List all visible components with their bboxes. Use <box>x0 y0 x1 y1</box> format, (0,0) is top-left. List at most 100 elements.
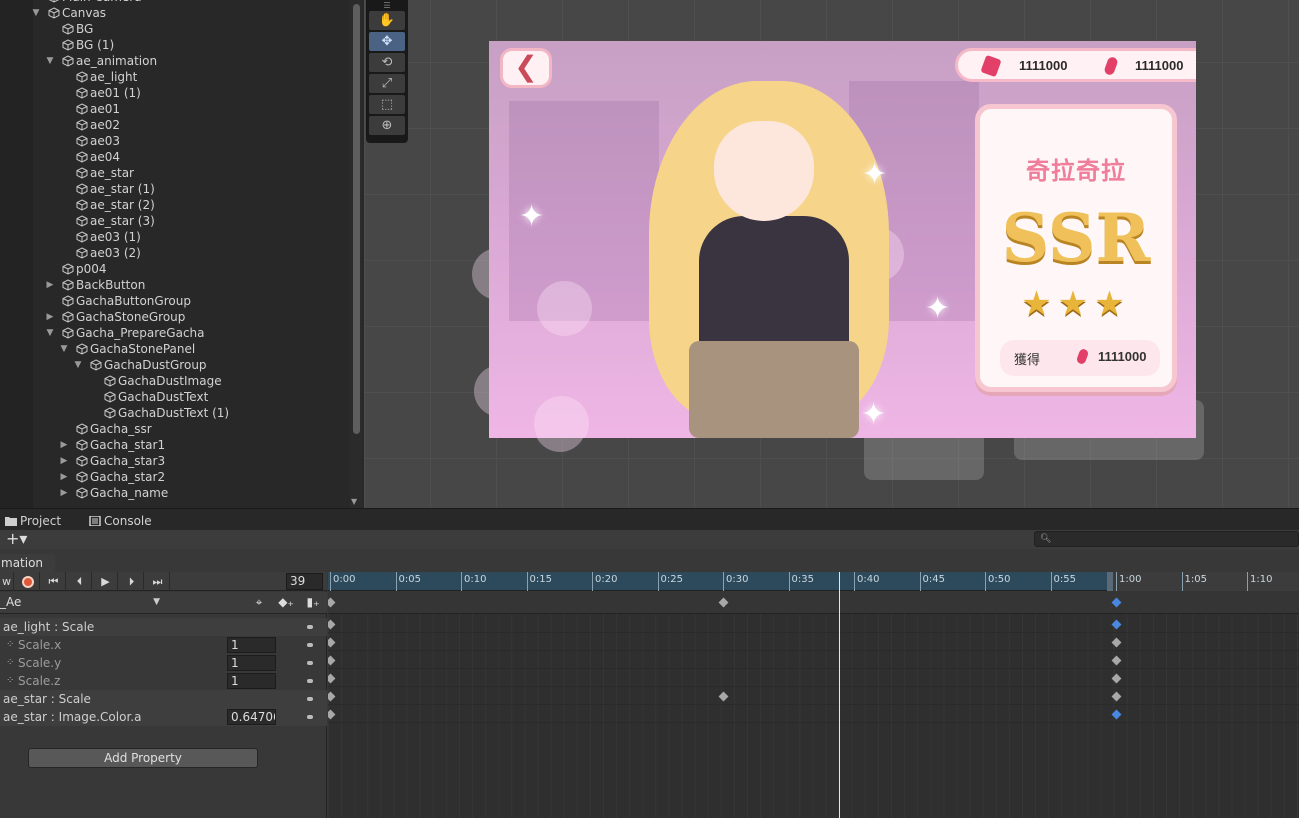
create-dropdown-button[interactable]: +▾ <box>6 530 27 547</box>
keyframe-marker[interactable] <box>328 597 336 608</box>
rotate-tool-icon[interactable]: ⟲ <box>369 53 405 72</box>
drag-handle-icon[interactable]: ⁘ <box>6 672 14 690</box>
hierarchy-item[interactable]: ae_star (1) <box>33 181 348 197</box>
expand-arrow-right-icon[interactable]: ▶ <box>58 469 70 485</box>
hierarchy-item[interactable]: ▼ Canvas <box>33 5 348 21</box>
keyframe-marker[interactable] <box>328 691 336 702</box>
hierarchy-item[interactable]: ae03 (1) <box>33 229 348 245</box>
hierarchy-item[interactable]: p004 <box>33 261 348 277</box>
hierarchy-item[interactable]: ae03 (2) <box>33 245 348 261</box>
scrollbar-thumb[interactable] <box>353 4 360 434</box>
scene-view[interactable]: ☰ ✋ ✥ ⟲ ⤢ ⬚ ⊕ ✦ ✦ ✦ ✦ ❮ 1111000 1111000 <box>364 0 1299 508</box>
rect-tool-icon[interactable]: ⬚ <box>369 95 405 114</box>
keyframe-marker[interactable] <box>1111 691 1122 702</box>
hierarchy-item[interactable]: ▼ GachaStonePanel <box>33 341 348 357</box>
keyframe-marker[interactable] <box>1111 619 1122 630</box>
keyframe-marker[interactable] <box>328 637 336 648</box>
search-input[interactable]: 🔍︎ <box>1034 531 1299 547</box>
property-options-icon[interactable] <box>307 679 313 683</box>
frame-field[interactable]: 39 <box>286 573 323 590</box>
keyframe-marker[interactable] <box>328 673 336 684</box>
property-value-field[interactable]: 1 <box>227 637 276 653</box>
hierarchy-item[interactable]: ▶ GachaStoneGroup <box>33 309 348 325</box>
hierarchy-scrollbar[interactable]: ▼ <box>350 0 362 508</box>
property-options-icon[interactable] <box>307 625 313 629</box>
hierarchy-item[interactable]: ae01 (1) <box>33 85 348 101</box>
scroll-down-icon[interactable]: ▼ <box>351 497 357 506</box>
add-property-button[interactable]: Add Property <box>28 748 258 768</box>
tab-console[interactable]: Console <box>84 512 152 531</box>
hierarchy-item[interactable]: ae02 <box>33 117 348 133</box>
keyframe-marker[interactable] <box>1111 597 1122 608</box>
property-row[interactable]: ⁘ Scale.z 1 <box>0 672 327 690</box>
first-keyframe-button[interactable]: ⏮ <box>42 572 66 591</box>
filter-by-selection-button[interactable]: ⌖ <box>248 593 270 612</box>
hierarchy-item[interactable]: ae04 <box>33 149 348 165</box>
hierarchy-item[interactable]: BG <box>33 21 348 37</box>
hierarchy-item[interactable]: ▼ GachaDustGroup <box>33 357 348 373</box>
keyframe-marker[interactable] <box>1111 637 1122 648</box>
clip-end-marker[interactable] <box>1107 572 1113 591</box>
property-row[interactable]: ⁘ Scale.x 1 <box>0 636 327 654</box>
preview-button[interactable]: w <box>0 572 14 591</box>
hierarchy-item[interactable]: ▶ BackButton <box>33 277 348 293</box>
drag-handle-icon[interactable]: ⁘ <box>6 636 14 654</box>
hierarchy-item[interactable]: ae03 <box>33 133 348 149</box>
keyframe-marker[interactable] <box>1111 673 1122 684</box>
hierarchy-item[interactable]: ▼ ae_animation <box>33 53 348 69</box>
last-keyframe-button[interactable]: ⏭ <box>146 572 170 591</box>
hierarchy-item[interactable]: GachaDustText <box>33 389 348 405</box>
expand-arrow-down-icon[interactable]: ▼ <box>30 5 42 21</box>
property-row[interactable]: ae_light : Scale <box>0 618 327 636</box>
expand-arrow-down-icon[interactable]: ▼ <box>44 325 56 341</box>
transform-tool-icon[interactable]: ⊕ <box>369 116 405 135</box>
hierarchy-item[interactable]: ae_star (2) <box>33 197 348 213</box>
keyframe-marker[interactable] <box>328 655 336 666</box>
hierarchy-item[interactable]: ▶ Gacha_name <box>33 485 348 501</box>
property-value-field[interactable]: 0.64706 <box>227 709 276 725</box>
hierarchy-item[interactable]: GachaDustText (1) <box>33 405 348 421</box>
expand-arrow-right-icon[interactable]: ▶ <box>44 277 56 293</box>
clip-dropdown[interactable]: _Ae ▼ <box>0 593 164 612</box>
expand-arrow-right-icon[interactable]: ▶ <box>44 309 56 325</box>
play-button[interactable]: ▶ <box>94 572 118 591</box>
property-options-icon[interactable] <box>307 697 313 701</box>
hierarchy-item[interactable]: ae_light <box>33 69 348 85</box>
playhead[interactable] <box>838 572 840 818</box>
keyframe-marker[interactable] <box>328 619 336 630</box>
hierarchy-item[interactable]: Gacha_ssr <box>33 421 348 437</box>
property-options-icon[interactable] <box>307 661 313 665</box>
expand-arrow-down-icon[interactable]: ▼ <box>58 341 70 357</box>
property-row[interactable]: ⁘ Scale.y 1 <box>0 654 327 672</box>
next-keyframe-button[interactable]: ⏵︎ <box>120 572 144 591</box>
hierarchy-item[interactable]: ▼ Gacha_PrepareGacha <box>33 325 348 341</box>
move-tool-icon[interactable]: ✥ <box>369 32 405 51</box>
property-row[interactable]: ae_star : Scale <box>0 690 327 708</box>
tab-animation[interactable]: mation <box>0 554 55 572</box>
hand-tool-icon[interactable]: ✋ <box>369 11 405 30</box>
keyframe-marker[interactable] <box>1111 655 1122 666</box>
expand-arrow-right-icon[interactable]: ▶ <box>58 453 70 469</box>
expand-arrow-down-icon[interactable]: ▼ <box>44 53 56 69</box>
property-options-icon[interactable] <box>307 715 313 719</box>
property-value-field[interactable]: 1 <box>227 655 276 671</box>
scale-tool-icon[interactable]: ⤢ <box>369 74 405 93</box>
keyframe-marker[interactable] <box>718 691 729 702</box>
add-event-button[interactable]: ▮₊ <box>302 593 324 612</box>
hierarchy-item[interactable]: ae01 <box>33 101 348 117</box>
gacha-result-canvas[interactable]: ✦ ✦ ✦ ✦ ❮ 1111000 1111000 奇拉奇拉 SSR ★★★ 獲… <box>489 41 1196 438</box>
drag-handle-icon[interactable]: ⁘ <box>6 654 14 672</box>
hierarchy-item[interactable]: GachaDustImage <box>33 373 348 389</box>
expand-arrow-down-icon[interactable]: ▼ <box>72 357 84 373</box>
toolbar-grip-icon[interactable]: ☰ <box>369 2 405 11</box>
property-row[interactable]: ae_star : Image.Color.a 0.64706 <box>0 708 327 726</box>
record-button[interactable] <box>16 572 40 591</box>
dopesheet[interactable]: 0:00 0:05 0:10 0:15 0:20 0:25 0:30 0:35 0:40 0:45… <box>328 572 1299 818</box>
hierarchy-item[interactable]: ▶ Gacha_star2 <box>33 469 348 485</box>
hierarchy-item[interactable]: GachaButtonGroup <box>33 293 348 309</box>
expand-arrow-right-icon[interactable]: ▶ <box>58 437 70 453</box>
hierarchy-item[interactable]: ▶ Gacha_star1 <box>33 437 348 453</box>
hierarchy-item[interactable]: ae_star <box>33 165 348 181</box>
time-ruler[interactable]: 0:00 0:05 0:10 0:15 0:20 0:25 0:30 0:35 0:40 0:45… <box>328 572 1299 591</box>
keyframe-marker[interactable] <box>718 597 729 608</box>
